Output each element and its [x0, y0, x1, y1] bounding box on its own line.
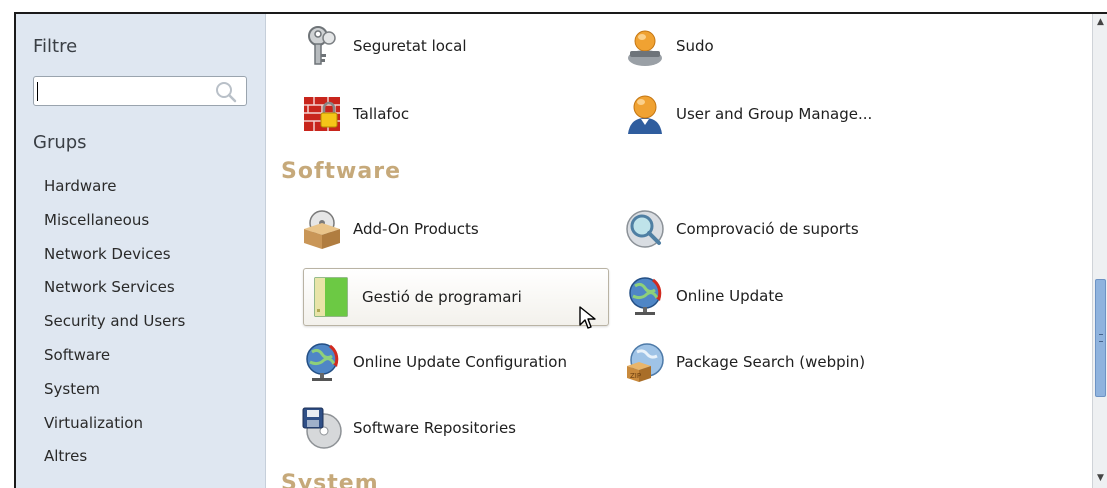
module-label: Online Update — [676, 287, 784, 305]
group-item-miscellaneous[interactable]: Miscellaneous — [44, 206, 185, 240]
addon-box-icon — [299, 206, 345, 252]
module-comprovacio-suports[interactable]: Comprovació de suports — [622, 203, 942, 255]
module-sudo[interactable]: Sudo — [622, 20, 942, 72]
module-label: Sudo — [676, 37, 714, 55]
keys-icon — [299, 23, 345, 69]
module-online-update[interactable]: Online Update — [622, 270, 942, 322]
sidebar: Filtre Grups Hardware Miscellaneous Netw… — [16, 14, 266, 488]
module-tallafoc[interactable]: Tallafoc — [299, 88, 609, 140]
scrollbar-grip-icon — [1099, 334, 1103, 342]
scroll-down-arrow-icon[interactable]: ▼ — [1095, 472, 1106, 484]
group-item-altres[interactable]: Altres — [44, 442, 185, 476]
module-label: Tallafoc — [353, 105, 410, 123]
media-check-icon — [622, 206, 668, 252]
search-input[interactable] — [33, 76, 247, 106]
module-user-group-manager[interactable]: User and Group Manage... — [622, 88, 942, 140]
yast-control-center: Filtre Grups Hardware Miscellaneous Netw… — [0, 0, 1107, 488]
module-label: Add-On Products — [353, 220, 479, 238]
group-list: Hardware Miscellaneous Network Devices N… — [44, 172, 185, 476]
module-label: Online Update Configuration — [353, 353, 567, 371]
svg-text:ZIP: ZIP — [630, 372, 641, 380]
filter-heading: Filtre — [33, 36, 78, 57]
group-item-software[interactable]: Software — [44, 341, 185, 375]
repositories-icon — [299, 405, 345, 451]
group-item-security-and-users[interactable]: Security and Users — [44, 307, 185, 341]
group-item-system[interactable]: System — [44, 375, 185, 409]
group-item-virtualization[interactable]: Virtualization — [44, 409, 185, 443]
text-caret — [37, 82, 38, 101]
scrollbar-thumb[interactable] — [1095, 279, 1106, 397]
module-gestio-programari[interactable]: Gestió de programari — [303, 268, 609, 326]
group-item-network-devices[interactable]: Network Devices — [44, 240, 185, 274]
module-online-update-configuration[interactable]: Online Update Configuration — [299, 336, 609, 388]
section-heading-system: System — [281, 471, 379, 488]
software-management-icon — [308, 274, 354, 320]
module-label: Gestió de programari — [362, 288, 522, 306]
package-search-icon: ZIP — [622, 339, 668, 385]
scroll-up-arrow-icon[interactable]: ▲ — [1095, 16, 1106, 28]
module-panel: Seguretat local Sudo Tallafoc User and G… — [267, 14, 1090, 488]
vertical-scrollbar[interactable]: ▲ ▼ — [1092, 14, 1107, 488]
groups-heading: Grups — [33, 132, 87, 153]
mouse-pointer-icon — [579, 306, 596, 329]
user-icon — [622, 91, 668, 137]
module-add-on-products[interactable]: Add-On Products — [299, 203, 609, 255]
section-heading-software: Software — [281, 159, 401, 184]
module-software-repositories[interactable]: Software Repositories — [299, 402, 609, 454]
group-item-hardware[interactable]: Hardware — [44, 172, 185, 206]
module-label: Package Search (webpin) — [676, 353, 866, 371]
module-package-search[interactable]: ZIP Package Search (webpin) — [622, 336, 942, 388]
module-label: Comprovació de suports — [676, 220, 859, 238]
module-label: Software Repositories — [353, 419, 516, 437]
sudo-user-icon — [622, 23, 668, 69]
group-item-network-services[interactable]: Network Services — [44, 273, 185, 307]
firewall-icon — [299, 91, 345, 137]
module-label: User and Group Manage... — [676, 105, 873, 123]
online-update-icon — [622, 273, 668, 319]
search-icon[interactable] — [214, 81, 238, 103]
module-seguretat-local[interactable]: Seguretat local — [299, 20, 609, 72]
module-label: Seguretat local — [353, 37, 467, 55]
online-update-config-icon — [299, 339, 345, 385]
